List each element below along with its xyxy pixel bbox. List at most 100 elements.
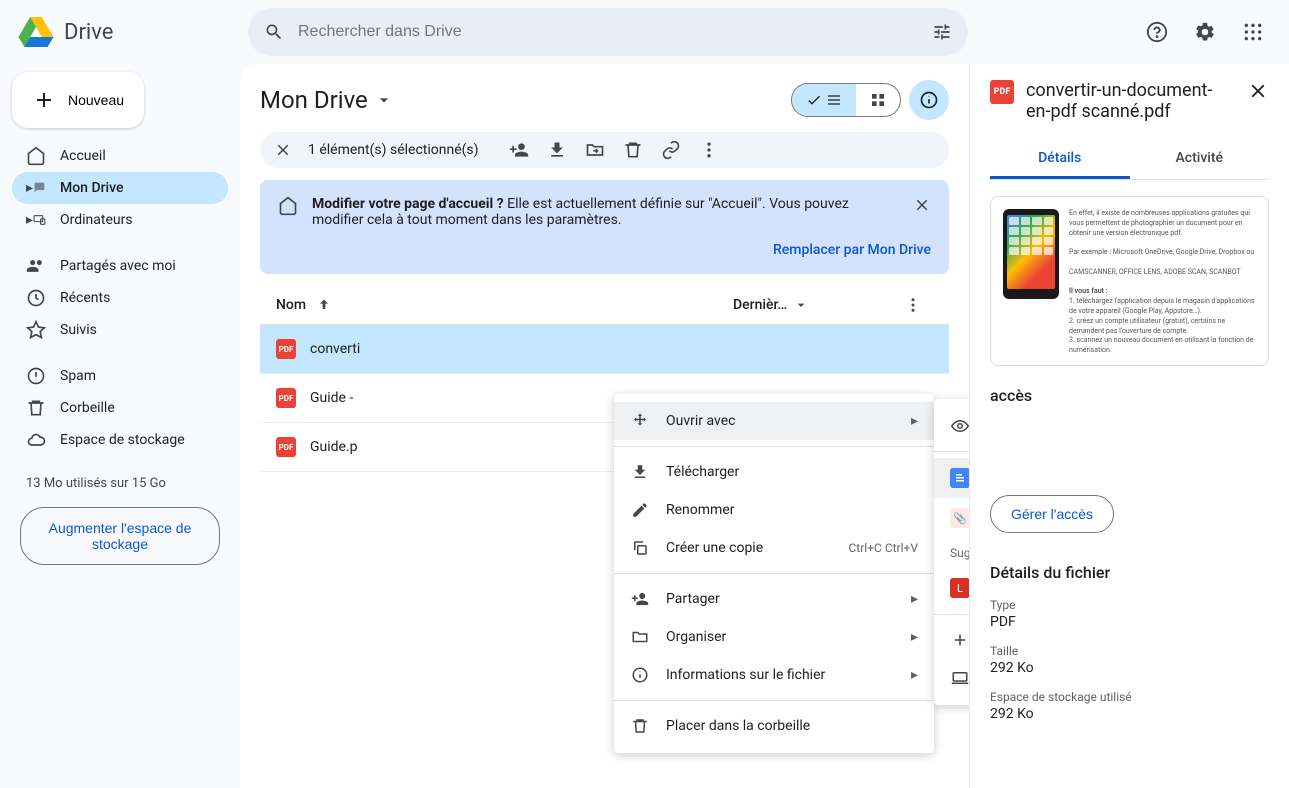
sidebar-item-recents[interactable]: Récents (12, 282, 228, 314)
file-row[interactable]: PDF converti (260, 325, 949, 374)
info-button[interactable] (909, 80, 949, 120)
tune-icon[interactable] (932, 22, 952, 42)
new-button[interactable]: Nouveau (12, 72, 144, 128)
open-with-submenu: Aperçu Google Docs 📎PDF Merge and Split … (934, 399, 969, 705)
more-vert-icon (904, 296, 922, 314)
menu-share[interactable]: Partager ▸ (614, 580, 934, 618)
breadcrumb[interactable]: Mon Drive (260, 86, 394, 114)
sidebar-item-label: Partagés avec moi (60, 258, 176, 274)
sidebar-item-storage[interactable]: Espace de stockage (12, 424, 228, 456)
apps-button[interactable] (1233, 12, 1273, 52)
pdf-icon: PDF (990, 80, 1014, 104)
eye-icon (950, 417, 969, 435)
sidebar-item-shared[interactable]: Partagés avec moi (12, 250, 228, 282)
menu-file-info[interactable]: Informations sur le fichier ▸ (614, 656, 934, 694)
submenu-google-docs[interactable]: Google Docs (934, 458, 969, 498)
details-filename: convertir-un-document-en-pdf scanné.pdf (1026, 80, 1235, 122)
edit-icon (630, 501, 650, 519)
homepage-banner: Modifier votre page d'accueil ? Elle est… (260, 180, 949, 274)
column-modified-header[interactable]: Dernièr… (733, 297, 893, 313)
sidebar-item-accueil[interactable]: Accueil (12, 140, 228, 172)
sidebar-item-starred[interactable]: Suivis (12, 314, 228, 346)
link-action[interactable] (661, 140, 681, 160)
column-more[interactable] (893, 296, 933, 314)
sidebar-item-trash[interactable]: Corbeille (12, 392, 228, 424)
list-view-button[interactable] (792, 84, 856, 116)
trash-icon (623, 140, 643, 160)
chevron-right-icon: ▸ (911, 667, 918, 683)
menu-copy[interactable]: Créer une copieCtrl+C Ctrl+V (614, 529, 934, 567)
search-bar[interactable] (248, 8, 968, 56)
tab-activity[interactable]: Activité (1130, 140, 1270, 179)
selection-close-button[interactable] (274, 141, 292, 159)
menu-label: Organiser (666, 629, 895, 645)
sidebar-item-ordinateurs[interactable]: ▸Ordinateurs (12, 204, 228, 236)
help-button[interactable] (1137, 12, 1177, 52)
sidebar-item-spam[interactable]: Spam (12, 360, 228, 392)
sidebar-item-label: Espace de stockage (60, 432, 185, 448)
selection-count: 1 élément(s) sélectionné(s) (308, 142, 479, 158)
close-icon (1247, 80, 1269, 102)
close-icon (274, 141, 292, 159)
preview-text: En effet, il existe de nombreuses applic… (1069, 209, 1256, 356)
pdf-icon: PDF (276, 339, 296, 359)
header: Drive (0, 0, 1289, 64)
caret-down-icon (374, 90, 394, 110)
submenu-preview[interactable]: Aperçu (934, 407, 969, 445)
menu-trash[interactable]: Placer dans la corbeille (614, 707, 934, 745)
view-toggle (791, 83, 901, 117)
sidebar-item-mon-drive[interactable]: ▸Mon Drive (12, 172, 228, 204)
share-action[interactable] (509, 140, 529, 160)
link-icon (661, 140, 681, 160)
upgrade-storage-button[interactable]: Augmenter l'espace de stockage (20, 507, 220, 565)
tab-details[interactable]: Détails (990, 140, 1130, 179)
search-input[interactable] (298, 23, 918, 41)
move-action[interactable] (585, 140, 605, 160)
chevron-right-icon: ▸ (911, 413, 918, 429)
submenu-header: Suggestions d'applications (934, 538, 969, 568)
divider (614, 573, 934, 574)
submenu-lumin[interactable]: LLumin PDF - Edit or Sign Documents (934, 568, 969, 608)
grid-view-button[interactable] (856, 84, 900, 116)
menu-label: Informations sur le fichier (666, 667, 895, 683)
view-controls (791, 80, 949, 120)
submenu-pdf-merge[interactable]: 📎PDF Merge and Split (934, 498, 969, 538)
file-preview[interactable]: En effet, il existe de nombreuses applic… (990, 196, 1269, 366)
more-action[interactable] (699, 140, 719, 160)
banner-action-link[interactable]: Remplacer par Mon Drive (773, 242, 931, 258)
app-title: Drive (64, 20, 113, 45)
manage-access-button[interactable]: Gérer l'accès (990, 495, 1114, 533)
sidebar-item-label: Mon Drive (60, 180, 123, 196)
submenu-desktop[interactable]: Applis sur votre ordinateur (934, 659, 969, 697)
menu-download[interactable]: Télécharger (614, 453, 934, 491)
menu-open-with[interactable]: Ouvrir avec▸ (614, 402, 934, 440)
delete-action[interactable] (623, 140, 643, 160)
column-name-header[interactable]: Nom (276, 297, 733, 313)
details-header: PDF convertir-un-document-en-pdf scanné.… (990, 80, 1269, 122)
context-menu: Ouvrir avec▸ Télécharger Renommer Créer … (614, 394, 934, 753)
file-details-title: Détails du fichier (990, 563, 1269, 582)
chevron-right-icon: ▸ (911, 591, 918, 607)
banner-close-button[interactable] (913, 196, 931, 214)
info-icon (919, 90, 939, 110)
detail-size-value: 292 Ko (990, 660, 1269, 676)
chevron-right-icon: ▸ (911, 629, 918, 645)
star-icon (26, 320, 46, 340)
settings-button[interactable] (1185, 12, 1225, 52)
sidebar-item-label: Suivis (60, 322, 97, 338)
details-close-button[interactable] (1247, 80, 1269, 102)
download-action[interactable] (547, 140, 567, 160)
column-name-label: Nom (276, 297, 306, 313)
menu-rename[interactable]: Renommer (614, 491, 934, 529)
menu-organize[interactable]: Organiser ▸ (614, 618, 934, 656)
file-name: converti (310, 341, 360, 357)
more-vert-icon (699, 140, 719, 160)
trash-icon (26, 398, 46, 418)
submenu-associate[interactable]: Associer plus d'applications (934, 621, 969, 659)
grid-icon (870, 92, 886, 108)
home-icon (26, 146, 46, 166)
selection-actions (509, 140, 719, 160)
folder-move-icon (585, 140, 605, 160)
menu-label: Partager (666, 591, 895, 607)
storage-text: 13 Mo utilisés sur 15 Go (12, 470, 228, 497)
